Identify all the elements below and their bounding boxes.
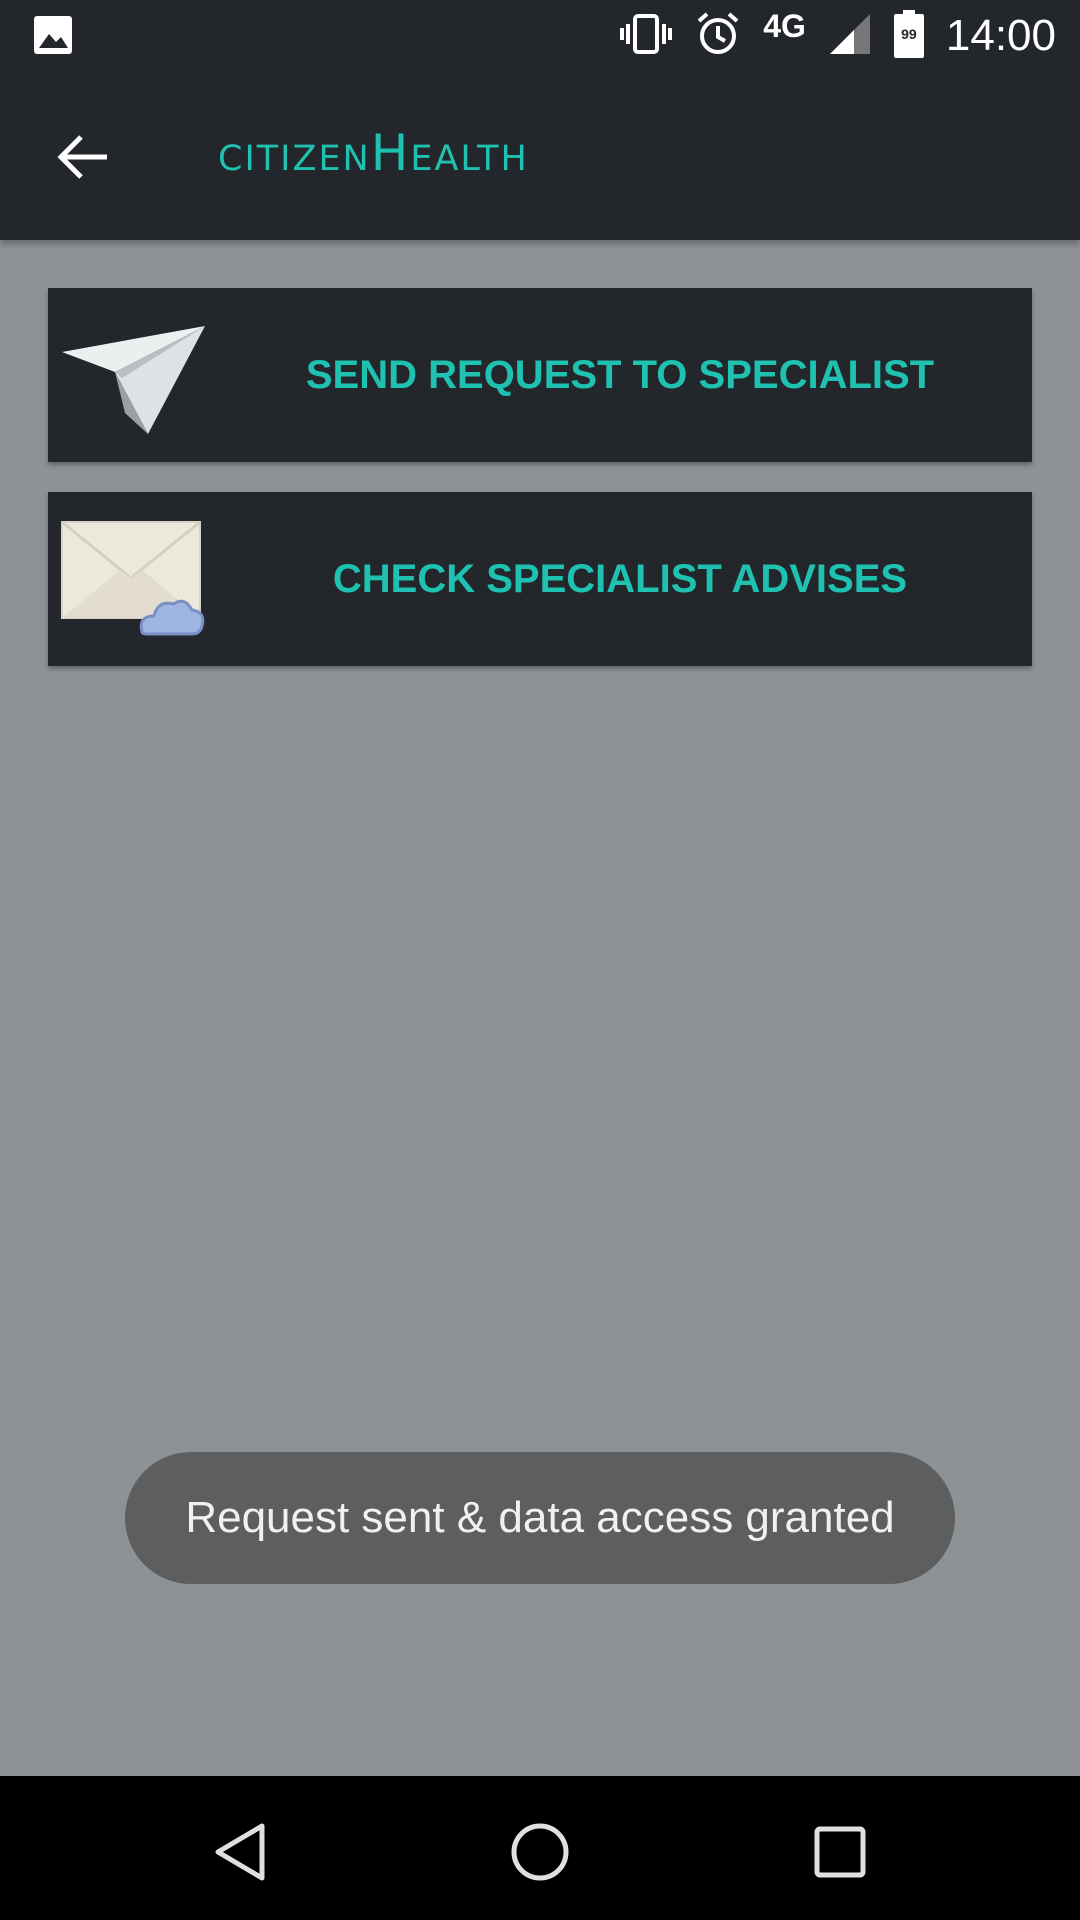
arrow-back-icon [57, 135, 107, 179]
back-button[interactable] [44, 122, 124, 192]
check-advises-button[interactable]: CHECK SPECIALIST ADVISES [48, 492, 1032, 666]
app-title-rest: ealth [410, 124, 529, 182]
send-request-button[interactable]: SEND REQUEST TO SPECIALIST [48, 288, 1032, 462]
network-type: 4G [763, 7, 806, 44]
app-title-cap: H [370, 124, 411, 182]
toast-message: Request sent & data access granted [125, 1452, 955, 1584]
signal-icon [828, 12, 872, 61]
nav-back-icon [215, 1823, 265, 1881]
nav-home-button[interactable] [500, 1812, 580, 1892]
nav-back-button[interactable] [200, 1812, 280, 1892]
alarm-icon [695, 11, 741, 62]
app-title-prefix: citizen [218, 124, 371, 182]
paper-plane-icon [60, 316, 210, 436]
image-notification-icon [34, 16, 72, 59]
check-advises-label: CHECK SPECIALIST ADVISES [332, 556, 908, 601]
vibrate-icon [619, 12, 673, 61]
nav-recents-icon [814, 1826, 866, 1878]
battery-level: 99 [901, 25, 917, 42]
app-bar: citizenHealth [0, 72, 1080, 240]
status-bar: 4G 99 14:00 [0, 0, 1080, 72]
clock: 14:00 [945, 11, 1056, 60]
nav-recents-button[interactable] [800, 1812, 880, 1892]
send-request-label: SEND REQUEST TO SPECIALIST [305, 352, 935, 397]
envelope-cloud-icon [60, 520, 210, 640]
navigation-bar [0, 1776, 1080, 1920]
app-title: citizenHealth [218, 124, 529, 182]
battery-icon: 99 [893, 9, 924, 63]
nav-home-icon [511, 1823, 569, 1881]
